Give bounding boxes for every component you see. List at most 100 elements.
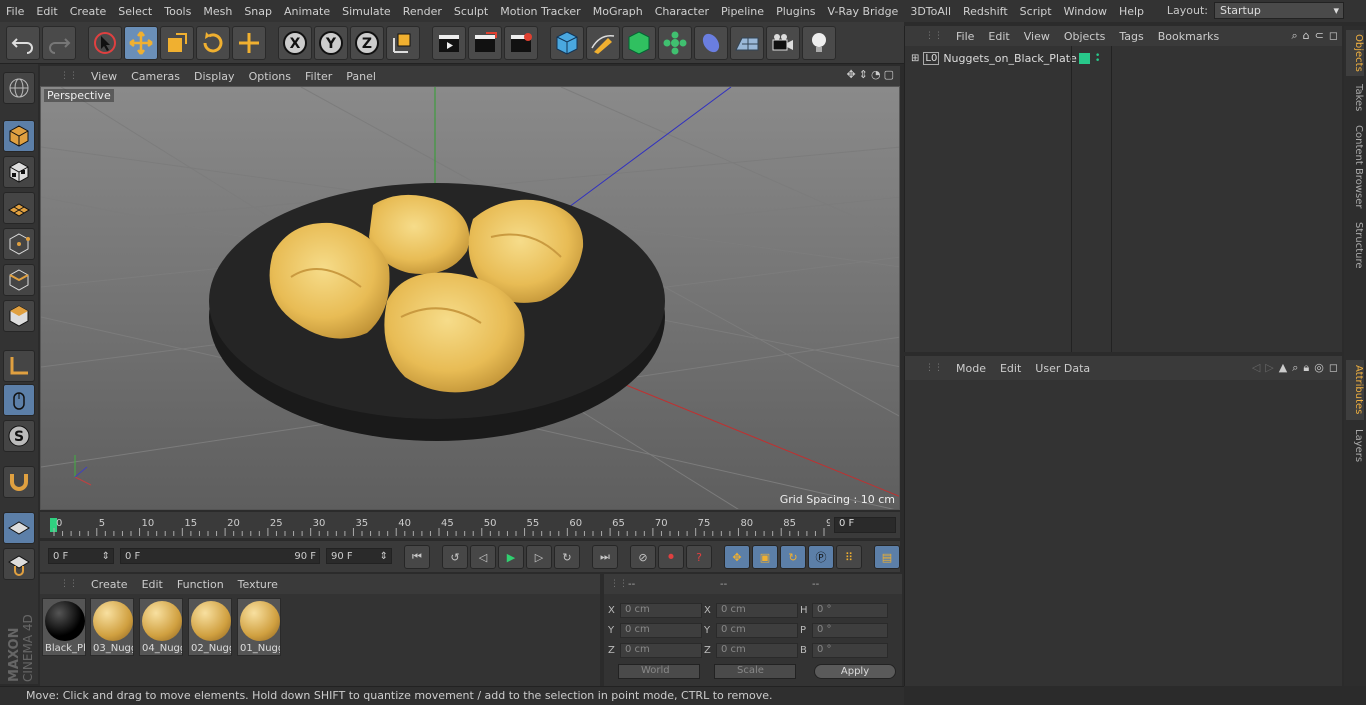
object-menu-tags[interactable]: Tags — [1112, 30, 1150, 43]
redo-button[interactable] — [42, 25, 76, 60]
rotation-b-field[interactable]: 0 ° — [812, 642, 888, 658]
menu-redshift[interactable]: Redshift — [957, 5, 1014, 18]
viewport-menu-cameras[interactable]: Cameras — [124, 70, 187, 83]
material-menu-edit[interactable]: Edit — [135, 578, 170, 591]
viewport-menu-display[interactable]: Display — [187, 70, 242, 83]
object-menu-file[interactable]: File — [949, 30, 981, 43]
maximize-icon[interactable]: ▢ — [884, 68, 894, 81]
back-arrow-icon[interactable]: ◁ — [1252, 361, 1260, 375]
key-parameter-button[interactable]: Ⓟ — [808, 545, 834, 569]
position-y-field[interactable]: 0 cm — [620, 622, 702, 638]
dolly-icon[interactable]: ⇕ — [859, 68, 868, 81]
coordinate-system-button[interactable] — [386, 25, 420, 60]
next-key-button[interactable]: ↻ — [554, 545, 580, 569]
menu-animate[interactable]: Animate — [278, 5, 336, 18]
light-button[interactable] — [802, 25, 836, 60]
tweak-mode-button[interactable] — [3, 384, 35, 416]
size-mode-select[interactable]: Scale — [714, 664, 796, 679]
tab-takes[interactable]: Takes — [1346, 82, 1364, 114]
prev-key-button[interactable]: ↺ — [442, 545, 468, 569]
material-swatch-nugget-03[interactable]: 03_Nugg — [90, 598, 134, 656]
x-axis-lock-button[interactable]: X — [278, 25, 312, 60]
model-mode-button[interactable] — [3, 120, 35, 152]
subdivision-button[interactable] — [622, 25, 656, 60]
menu-mograph[interactable]: MoGraph — [587, 5, 649, 18]
key-rotation-button[interactable]: ↻ — [780, 545, 806, 569]
menu-select[interactable]: Select — [112, 5, 158, 18]
new-window-icon[interactable]: ◻ — [1329, 361, 1338, 375]
move-tool-button[interactable] — [124, 25, 158, 60]
position-z-field[interactable]: 0 cm — [620, 642, 702, 658]
viewport-perspective-label[interactable]: Perspective — [44, 89, 114, 102]
key-position-button[interactable]: ✥ — [724, 545, 750, 569]
menu-script[interactable]: Script — [1014, 5, 1058, 18]
polygons-mode-button[interactable] — [3, 300, 35, 332]
object-menu-edit[interactable]: Edit — [981, 30, 1016, 43]
link-icon[interactable]: ⊂ — [1315, 29, 1324, 43]
menu-window[interactable]: Window — [1058, 5, 1113, 18]
material-menu-texture[interactable]: Texture — [231, 578, 285, 591]
prev-frame-button[interactable]: ◁ — [470, 545, 496, 569]
render-settings-button[interactable] — [504, 25, 538, 60]
menu-plugins[interactable]: Plugins — [770, 5, 821, 18]
start-frame-field[interactable]: 0 F ⇕ — [48, 548, 114, 564]
tab-structure[interactable]: Structure — [1346, 220, 1364, 270]
rotate-tool-button[interactable] — [196, 25, 230, 60]
menu-character[interactable]: Character — [649, 5, 715, 18]
object-menu-objects[interactable]: Objects — [1057, 30, 1113, 43]
make-editable-button[interactable] — [3, 72, 35, 104]
record-keys-button[interactable]: ⊘ — [630, 545, 656, 569]
cube-primitive-button[interactable] — [550, 25, 584, 60]
tab-content-browser[interactable]: Content Browser — [1346, 122, 1364, 212]
camera-button[interactable] — [766, 25, 800, 60]
expand-icon[interactable]: ⊞ — [911, 53, 919, 64]
next-frame-button[interactable]: ▷ — [526, 545, 552, 569]
pen-spline-button[interactable] — [586, 25, 620, 60]
live-selection-button[interactable] — [88, 25, 122, 60]
menu-pipeline[interactable]: Pipeline — [715, 5, 770, 18]
coordinate-mode-select[interactable]: World — [618, 664, 700, 679]
tab-objects[interactable]: Objects — [1346, 30, 1364, 76]
search-icon[interactable]: ⌕ — [1292, 361, 1298, 375]
workplane-mode-button[interactable] — [3, 192, 35, 224]
position-x-field[interactable]: 0 cm — [620, 602, 702, 618]
material-menu-create[interactable]: Create — [84, 578, 135, 591]
key-scale-button[interactable]: ▣ — [752, 545, 778, 569]
object-menu-view[interactable]: View — [1017, 30, 1057, 43]
keyframe-selection-button[interactable]: ? — [686, 545, 712, 569]
undo-button[interactable] — [6, 25, 40, 60]
y-axis-lock-button[interactable]: Y — [314, 25, 348, 60]
menu-snap[interactable]: Snap — [238, 5, 278, 18]
axis-mode-button[interactable] — [3, 350, 35, 382]
rotation-p-field[interactable]: 0 ° — [812, 622, 888, 638]
new-window-icon[interactable]: ◻ — [1329, 29, 1338, 43]
material-swatch-nugget-01[interactable]: 01_Nugg — [237, 598, 281, 656]
render-view-button[interactable] — [432, 25, 466, 60]
visibility-dots-icon[interactable]: • • — [1095, 51, 1100, 65]
edges-mode-button[interactable] — [3, 264, 35, 296]
attribute-menu-user-data[interactable]: User Data — [1028, 362, 1097, 375]
magnet-button[interactable] — [3, 466, 35, 498]
viewport-menu-options[interactable]: Options — [242, 70, 298, 83]
current-frame-field[interactable]: 0 F — [834, 517, 896, 533]
apply-button[interactable]: Apply — [814, 664, 896, 679]
floor-button[interactable] — [730, 25, 764, 60]
go-to-end-button[interactable]: ⏭ — [592, 545, 618, 569]
menu-edit[interactable]: Edit — [30, 5, 63, 18]
menu-sculpt[interactable]: Sculpt — [448, 5, 494, 18]
menu-file[interactable]: File — [0, 5, 30, 18]
pointer-icon[interactable]: ▲ — [1279, 361, 1287, 375]
texture-mode-button[interactable] — [3, 156, 35, 188]
workplane-lock-button[interactable] — [3, 512, 35, 544]
tab-layers[interactable]: Layers — [1346, 426, 1364, 466]
home-icon[interactable]: ⌂ — [1303, 29, 1310, 43]
key-pla-button[interactable]: ⠿ — [836, 545, 862, 569]
size-z-field[interactable]: 0 cm — [716, 642, 798, 658]
menu-help[interactable]: Help — [1113, 5, 1150, 18]
menu-vray-bridge[interactable]: V-Ray Bridge — [821, 5, 904, 18]
menu-3dtoall[interactable]: 3DToAll — [904, 5, 957, 18]
menu-create[interactable]: Create — [64, 5, 113, 18]
layout-select[interactable]: Startup ▾ — [1214, 2, 1344, 19]
perspective-viewport[interactable]: Perspective Grid Spacing : 10 cm — [40, 86, 900, 510]
material-menu-function[interactable]: Function — [170, 578, 231, 591]
